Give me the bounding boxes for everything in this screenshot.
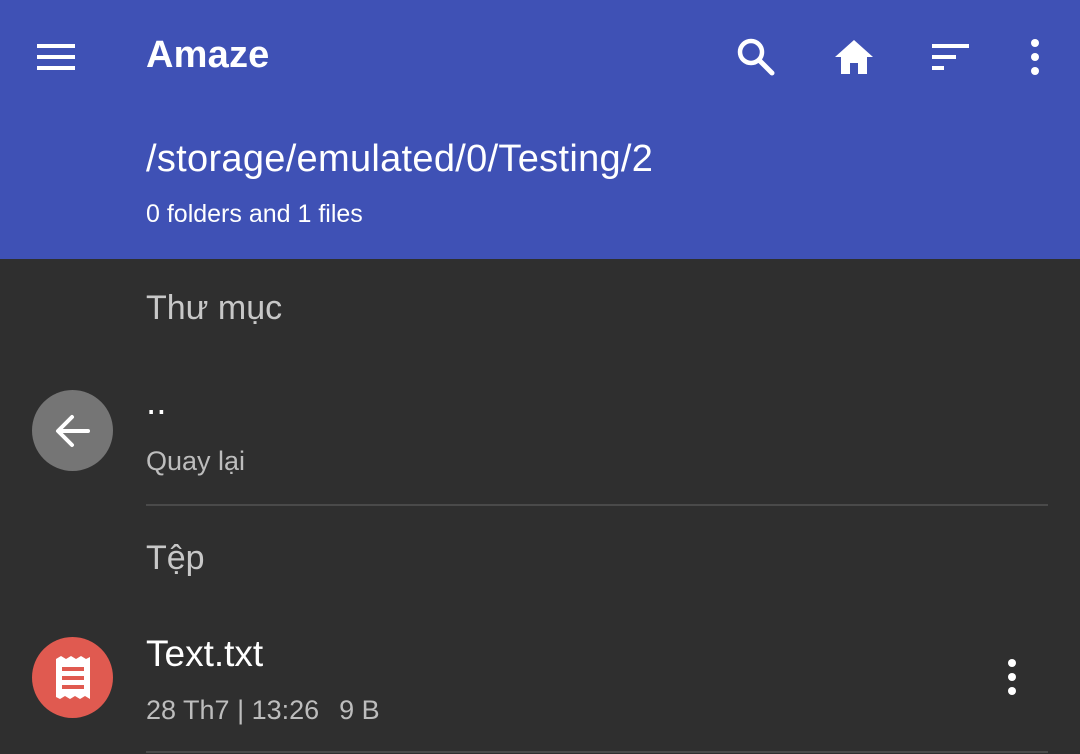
more-vert-icon	[1031, 39, 1039, 75]
sort-icon	[932, 44, 969, 70]
back-row-subtitle: Quay lại	[146, 446, 246, 476]
current-path[interactable]: /storage/emulated/0/Testing/2	[146, 138, 653, 181]
sort-button[interactable]	[916, 22, 986, 92]
folder-file-count: 0 folders and 1 files	[146, 200, 363, 228]
files-section-header: Tệp	[146, 539, 205, 577]
more-vert-icon	[1008, 659, 1016, 695]
app-title: Amaze	[146, 34, 270, 76]
file-avatar	[32, 637, 113, 718]
app-bar: Amaze /storage/emulated/0/Testing/2 0 fo…	[0, 0, 1080, 259]
home-button[interactable]	[819, 22, 889, 92]
back-avatar	[32, 390, 113, 471]
file-options-button[interactable]	[982, 647, 1042, 707]
go-back-row[interactable]: .. Quay lại	[0, 379, 1080, 504]
file-meta: 28 Th7 | 13:26 9 B	[146, 695, 380, 726]
file-date: 28 Th7 | 13:26	[146, 695, 320, 725]
folders-section-header: Thư mục	[146, 289, 283, 327]
search-icon	[737, 38, 775, 76]
file-row[interactable]: Text.txt 28 Th7 | 13:26 9 B	[0, 629, 1080, 751]
divider	[146, 751, 1048, 753]
arrow-back-icon	[55, 414, 90, 447]
file-list: Thư mục .. Quay lại Tệp Text.txt 28 Th7 …	[0, 259, 1080, 754]
overflow-menu-button[interactable]	[1000, 22, 1070, 92]
menu-icon	[37, 44, 75, 70]
search-button[interactable]	[721, 22, 791, 92]
file-size: 9 B	[339, 695, 380, 725]
home-icon	[835, 40, 873, 74]
file-name: Text.txt	[146, 633, 264, 674]
back-row-title: ..	[146, 381, 167, 422]
divider	[146, 504, 1048, 506]
text-file-icon	[55, 655, 90, 699]
menu-button[interactable]	[22, 22, 92, 92]
